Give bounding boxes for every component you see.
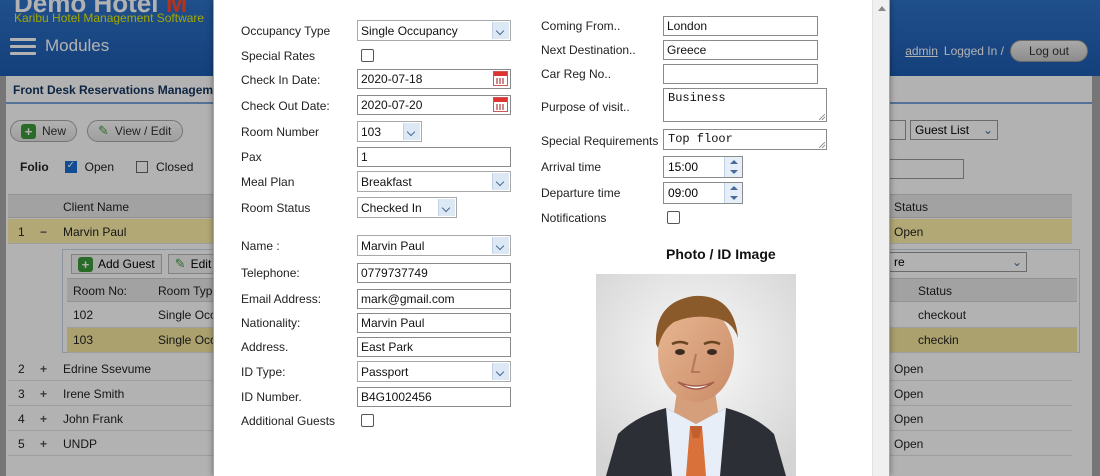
email-field[interactable]: mark@gmail.com — [357, 289, 511, 309]
check-out-label: Check Out Date: — [241, 99, 330, 113]
purpose-textarea[interactable]: Business — [663, 88, 827, 122]
id-number-field[interactable]: B4G1002456 — [357, 387, 511, 407]
id-type-select[interactable]: Passport — [357, 361, 511, 382]
check-in-label: Check In Date: — [241, 73, 321, 87]
dialog-scrollbar[interactable] — [872, 0, 889, 476]
email-label: Email Address: — [241, 292, 322, 306]
telephone-label: Telephone: — [241, 266, 300, 280]
name-label: Name : — [241, 239, 280, 253]
guest-name-select[interactable]: Marvin Paul — [357, 235, 511, 256]
coming-from-field[interactable]: London — [663, 16, 818, 36]
id-type-label: ID Type: — [241, 365, 286, 379]
address-label: Address. — [241, 340, 289, 354]
address-field[interactable]: East Park — [357, 337, 511, 357]
chevron-down-icon[interactable] — [492, 237, 509, 254]
check-in-value: 2020-07-18 — [361, 72, 423, 86]
nationality-field[interactable]: Marvin Paul — [357, 313, 511, 333]
notifications-label: Notifications — [541, 211, 607, 225]
coming-from-label: Coming From.. — [541, 19, 621, 33]
spin-down-icon[interactable] — [725, 193, 742, 203]
occupancy-type-value: Single Occupancy — [361, 24, 458, 38]
guest-portrait-image — [596, 274, 796, 476]
next-destination-label: Next Destination.. — [541, 43, 636, 57]
special-requirements-textarea[interactable]: Top floor — [663, 129, 827, 150]
additional-guests-checkbox[interactable] — [361, 414, 374, 427]
chevron-down-icon[interactable] — [403, 123, 420, 140]
spinner-arrows[interactable] — [724, 183, 742, 203]
additional-guests-label: Additional Guests — [241, 414, 336, 428]
pax-label: Pax — [241, 150, 262, 164]
spinner-arrows[interactable] — [724, 157, 742, 177]
photo-title: Photo / ID Image — [666, 246, 776, 262]
room-status-select[interactable]: Checked In — [357, 197, 457, 218]
chevron-down-icon[interactable] — [438, 199, 455, 216]
scroll-up-icon[interactable] — [878, 6, 886, 11]
chevron-down-icon[interactable] — [492, 363, 509, 380]
check-out-value: 2020-07-20 — [361, 98, 423, 112]
reservation-dialog: Occupancy Type Single Occupancy Special … — [213, 0, 890, 476]
guest-photo[interactable] — [596, 274, 796, 476]
check-in-date-field[interactable]: 2020-07-18 — [357, 69, 511, 89]
id-type-value: Passport — [361, 365, 409, 379]
arrival-time-value: 15:00 — [668, 160, 699, 174]
calendar-icon[interactable] — [493, 71, 508, 86]
arrival-time-label: Arrival time — [541, 160, 602, 174]
car-reg-label: Car Reg No.. — [541, 67, 612, 81]
departure-time-value: 09:00 — [668, 186, 699, 200]
calendar-icon[interactable] — [493, 97, 508, 112]
departure-time-spinner[interactable]: 09:00 — [663, 182, 743, 204]
meal-plan-value: Breakfast — [361, 175, 412, 189]
meal-plan-label: Meal Plan — [241, 175, 295, 189]
room-number-value: 103 — [361, 125, 382, 139]
nationality-label: Nationality: — [241, 316, 301, 330]
telephone-field[interactable]: 0779737749 — [357, 263, 511, 283]
special-rates-checkbox[interactable] — [361, 49, 374, 62]
special-requirements-label: Special Requirements — [541, 134, 659, 148]
id-number-label: ID Number. — [241, 390, 302, 404]
room-status-value: Checked In — [361, 201, 422, 215]
spin-up-icon[interactable] — [725, 157, 742, 167]
guest-name-value: Marvin Paul — [361, 239, 425, 253]
special-rates-label: Special Rates — [241, 49, 316, 63]
next-destination-field[interactable]: Greece — [663, 40, 818, 60]
occupancy-type-select[interactable]: Single Occupancy — [357, 20, 511, 41]
purpose-label: Purpose of visit.. — [541, 100, 630, 114]
meal-plan-select[interactable]: Breakfast — [357, 171, 511, 192]
arrival-time-spinner[interactable]: 15:00 — [663, 156, 743, 178]
room-status-label: Room Status — [241, 201, 311, 215]
car-reg-field[interactable] — [663, 64, 818, 84]
room-number-label: Room Number — [241, 125, 320, 139]
chevron-down-icon[interactable] — [492, 22, 509, 39]
check-out-date-field[interactable]: 2020-07-20 — [357, 95, 511, 115]
spin-down-icon[interactable] — [725, 167, 742, 177]
pax-field[interactable]: 1 — [357, 147, 511, 167]
occupancy-type-label: Occupancy Type — [241, 24, 331, 38]
chevron-down-icon[interactable] — [492, 173, 509, 190]
spin-up-icon[interactable] — [725, 183, 742, 193]
departure-time-label: Departure time — [541, 186, 621, 200]
notifications-checkbox[interactable] — [667, 211, 680, 224]
room-number-select[interactable]: 103 — [357, 121, 422, 142]
